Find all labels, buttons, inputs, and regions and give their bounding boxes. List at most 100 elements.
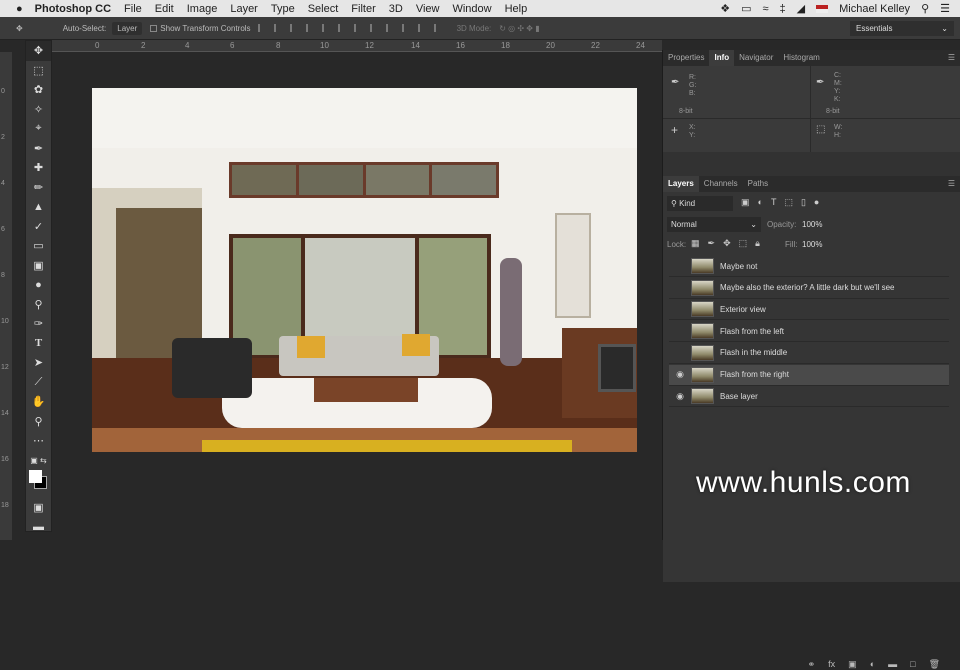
menu-edit[interactable]: Edit — [155, 3, 174, 15]
zoom-tool-icon[interactable]: ⚲ — [26, 412, 51, 432]
menu-view[interactable]: View — [416, 3, 440, 15]
tab-histogram[interactable]: Histogram — [778, 50, 824, 66]
distribute-icon[interactable] — [401, 24, 411, 32]
align-icon[interactable] — [289, 24, 299, 32]
line-tool-icon[interactable]: ⟋ — [26, 373, 51, 393]
flag-icon[interactable] — [816, 4, 829, 13]
menu-3d[interactable]: 3D — [389, 3, 403, 15]
distribute-icon[interactable] — [433, 24, 443, 32]
pixel-filter-icon[interactable]: ▣ — [741, 197, 750, 208]
adjustment-filter-icon[interactable]: ◐ — [758, 197, 763, 208]
layer-filter-dropdown[interactable]: ⚲ Kind — [667, 196, 733, 211]
brush-tool-icon[interactable]: ✏ — [26, 178, 51, 198]
menu-app[interactable]: Photoshop CC — [35, 3, 111, 15]
auto-select-dropdown[interactable]: Layer — [112, 21, 143, 35]
panel-menu-icon[interactable]: ☰ — [943, 176, 960, 192]
menu-window[interactable]: Window — [452, 3, 491, 15]
blur-tool-icon[interactable]: ● — [26, 275, 51, 295]
crop-tool-icon[interactable]: ⌖ — [26, 119, 51, 139]
fill-input[interactable]: 100% — [802, 240, 822, 249]
search-icon[interactable]: ⚲ — [921, 2, 929, 15]
distribute-icon[interactable] — [353, 24, 363, 32]
lock-transparent-icon[interactable]: ▦ — [691, 238, 700, 249]
pen-tool-icon[interactable]: ✑ — [26, 314, 51, 334]
volume-icon[interactable]: ◢ — [797, 2, 805, 15]
more-tools-icon[interactable]: ⋯ — [26, 431, 51, 451]
menu-file[interactable]: File — [124, 3, 142, 15]
layer-row[interactable]: Maybe not — [669, 256, 949, 277]
layer-row[interactable]: ◉ Base layer — [669, 386, 949, 408]
align-icon[interactable] — [273, 24, 283, 32]
mask-icon[interactable]: ▣ — [848, 659, 857, 670]
opacity-input[interactable]: 100% — [802, 220, 822, 229]
shape-filter-icon[interactable]: ⬚ — [784, 197, 793, 208]
tab-info[interactable]: Info — [709, 50, 735, 66]
history-brush-tool-icon[interactable]: ✓ — [26, 217, 51, 237]
airplay-icon[interactable]: ▭ — [741, 2, 751, 15]
lock-position-icon[interactable]: ✥ — [723, 238, 731, 249]
menu-type[interactable]: Type — [271, 3, 295, 15]
layer-row[interactable]: Exterior view — [669, 299, 949, 321]
align-icon[interactable] — [257, 24, 267, 32]
user-name[interactable]: Michael Kelley — [839, 3, 910, 15]
foreground-color-swatch[interactable] — [29, 470, 42, 483]
menu-layer[interactable]: Layer — [230, 3, 258, 15]
tab-paths[interactable]: Paths — [743, 176, 773, 192]
magic-wand-tool-icon[interactable]: ✧ — [26, 100, 51, 120]
dodge-tool-icon[interactable]: ⚲ — [26, 295, 51, 315]
adjustment-layer-icon[interactable]: ◐ — [870, 659, 875, 670]
align-icon[interactable] — [305, 24, 315, 32]
type-tool-icon[interactable]: T — [26, 334, 51, 354]
move-tool-icon[interactable]: ✥ — [16, 24, 23, 33]
menu-help[interactable]: Help — [505, 3, 528, 15]
filter-toggle-icon[interactable]: ● — [814, 197, 819, 208]
hand-tool-icon[interactable]: ✋ — [26, 392, 51, 412]
menu-filter[interactable]: Filter — [351, 3, 375, 15]
layer-row[interactable]: Maybe also the exterior? A little dark b… — [669, 278, 949, 299]
tab-layers[interactable]: Layers — [663, 176, 699, 192]
align-icon[interactable] — [321, 24, 331, 32]
distribute-icon[interactable] — [385, 24, 395, 32]
move-tool-icon[interactable]: ✥ — [26, 41, 51, 61]
lock-all-icon[interactable]: 🔒︎ — [755, 238, 760, 249]
lock-pixels-icon[interactable]: ✒ — [708, 238, 716, 249]
eyedropper-tool-icon[interactable]: ✒ — [26, 139, 51, 159]
lasso-tool-icon[interactable]: ✿ — [26, 80, 51, 100]
list-icon[interactable]: ☰ — [940, 2, 950, 15]
bluetooth-icon[interactable]: ‡ — [780, 3, 786, 15]
eye-icon[interactable]: ◉ — [669, 391, 691, 402]
quick-mask-icon[interactable]: ▣ — [26, 498, 51, 518]
default-colors-icon[interactable]: ▣ ⇆ — [26, 451, 51, 471]
distribute-icon[interactable] — [369, 24, 379, 32]
smart-object-filter-icon[interactable]: ▯ — [801, 197, 806, 208]
apple-icon[interactable]: ● — [16, 3, 23, 15]
menu-image[interactable]: Image — [187, 3, 218, 15]
layer-row[interactable]: ◉ Flash from the right — [669, 364, 949, 386]
3d-orbit-icon[interactable]: ↻ ◎ ✣ ✥ ▮ — [499, 24, 539, 33]
marquee-tool-icon[interactable]: ⬚ — [26, 61, 51, 81]
tab-properties[interactable]: Properties — [663, 50, 709, 66]
stamp-tool-icon[interactable]: ▲ — [26, 197, 51, 217]
fx-icon[interactable]: fx — [828, 659, 835, 670]
document-canvas-image[interactable] — [92, 88, 637, 452]
transform-controls-checkbox[interactable] — [150, 24, 158, 32]
distribute-icon[interactable] — [417, 24, 427, 32]
type-filter-icon[interactable]: T — [771, 197, 777, 208]
blend-mode-dropdown[interactable]: Normal ⌄ — [667, 217, 761, 232]
screen-mode-icon[interactable]: ▬ — [26, 518, 51, 538]
tab-navigator[interactable]: Navigator — [734, 50, 778, 66]
new-layer-icon[interactable]: □ — [910, 659, 915, 670]
workspace-dropdown[interactable]: Essentials ⌄ — [850, 21, 954, 36]
path-selection-tool-icon[interactable]: ➤ — [26, 353, 51, 373]
eye-icon[interactable]: ◉ — [669, 369, 691, 380]
tab-channels[interactable]: Channels — [699, 176, 743, 192]
layer-row[interactable]: Flash from the left — [669, 321, 949, 343]
menu-select[interactable]: Select — [308, 3, 339, 15]
align-icon[interactable] — [337, 24, 347, 32]
group-folder-icon[interactable]: ▬ — [888, 659, 897, 670]
wifi-icon[interactable]: ≈ — [763, 3, 769, 15]
eraser-tool-icon[interactable]: ▭ — [26, 236, 51, 256]
color-swatches[interactable] — [26, 470, 51, 498]
healing-brush-tool-icon[interactable]: ✚ — [26, 158, 51, 178]
layer-row[interactable]: Flash in the middle — [669, 343, 949, 364]
